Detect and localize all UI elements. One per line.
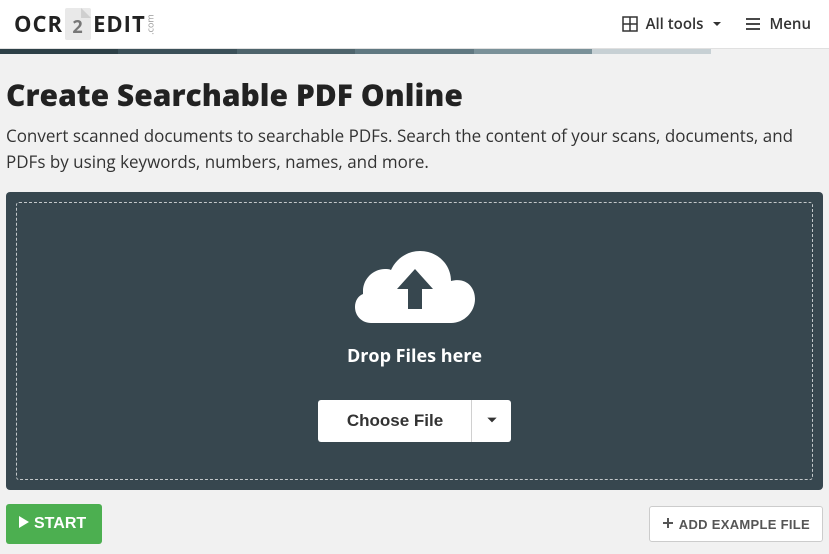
header-nav: All tools Menu — [622, 14, 811, 34]
add-example-label: ADD EXAMPLE FILE — [679, 517, 810, 532]
choose-file-group: Choose File — [318, 400, 511, 442]
choose-file-button[interactable]: Choose File — [318, 400, 471, 442]
drop-zone[interactable]: Drop Files here Choose File — [16, 202, 813, 480]
logo-text-edit: EDIT — [93, 9, 146, 39]
page-title: Create Searchable PDF Online — [6, 74, 823, 115]
drop-text: Drop Files here — [347, 344, 482, 368]
action-row: START ADD EXAMPLE FILE — [6, 504, 823, 544]
logo-text-ocr: OCR — [14, 9, 63, 39]
menu-label: Menu — [769, 14, 811, 34]
start-button[interactable]: START — [6, 504, 102, 544]
grid-icon — [622, 16, 638, 32]
chevron-down-icon — [485, 410, 499, 432]
start-label: START — [34, 515, 86, 533]
site-logo[interactable]: OCR 2 EDIT .com — [14, 8, 160, 40]
progress-stripe — [0, 49, 829, 54]
header: OCR 2 EDIT .com All tools — [0, 0, 829, 49]
logo-suffix: .com — [143, 14, 156, 34]
main-content: Create Searchable PDF Online Convert sca… — [0, 54, 829, 544]
play-icon — [18, 515, 30, 534]
choose-file-dropdown[interactable] — [471, 400, 511, 442]
hamburger-icon — [745, 16, 761, 32]
all-tools-menu[interactable]: All tools — [622, 14, 724, 34]
cloud-upload-icon — [355, 241, 475, 336]
add-example-file-button[interactable]: ADD EXAMPLE FILE — [649, 506, 823, 542]
logo-document-icon: 2 — [65, 8, 91, 40]
chevron-down-icon — [711, 18, 723, 30]
main-menu[interactable]: Menu — [745, 14, 811, 34]
page-subtitle: Convert scanned documents to searchable … — [6, 123, 823, 174]
upload-panel: Drop Files here Choose File — [6, 192, 823, 490]
all-tools-label: All tools — [646, 14, 704, 34]
plus-icon — [662, 517, 674, 532]
